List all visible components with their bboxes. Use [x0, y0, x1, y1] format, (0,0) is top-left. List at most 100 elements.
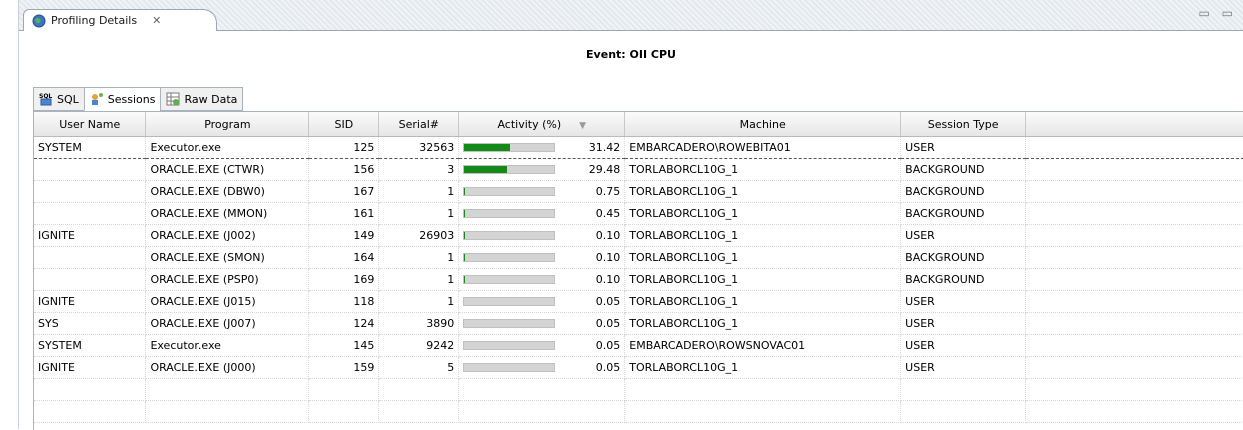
- cell-user-name: SYS: [34, 313, 146, 335]
- cell-activity: 0.75: [459, 181, 625, 203]
- cell-session-type: BACKGROUND: [901, 247, 1026, 269]
- activity-wrapper: 0.45: [463, 207, 620, 220]
- activity-value: 29.48: [589, 163, 621, 176]
- empty-cell: [34, 401, 146, 423]
- cell-serial: 1: [379, 203, 459, 225]
- activity-bar: [463, 209, 555, 218]
- cell-serial: 1: [379, 291, 459, 313]
- cell-program: ORACLE.EXE (J015): [146, 291, 309, 313]
- table-row[interactable]: ORACLE.EXE (DBW0)16710.75TORLABORCL10G_1…: [34, 181, 1243, 203]
- activity-bar: [463, 187, 555, 196]
- column-header-machine[interactable]: Machine: [625, 112, 901, 137]
- cell-program: ORACLE.EXE (J007): [146, 313, 309, 335]
- cell-filler: [1026, 269, 1243, 291]
- activity-bar: [463, 363, 555, 372]
- column-header-activity[interactable]: Activity (%)▼: [459, 112, 625, 137]
- cell-user-name: [34, 181, 146, 203]
- profiling-globe-icon: [32, 14, 46, 28]
- table-row[interactable]: SYSORACLE.EXE (J007)12438900.05TORLABORC…: [34, 313, 1243, 335]
- activity-wrapper: 0.10: [463, 251, 620, 264]
- column-header-session-type[interactable]: Session Type: [901, 112, 1026, 137]
- subtab-bar: SQL SQL Sessions Raw Data: [33, 87, 243, 111]
- empty-cell: [34, 379, 146, 401]
- cell-sid: 161: [309, 203, 379, 225]
- column-header-user-name[interactable]: User Name: [34, 112, 146, 137]
- empty-cell: [901, 401, 1026, 423]
- cell-sid: 118: [309, 291, 379, 313]
- cell-program: ORACLE.EXE (MMON): [146, 203, 309, 225]
- cell-user-name: [34, 269, 146, 291]
- activity-wrapper: 0.75: [463, 185, 620, 198]
- cell-serial: 5: [379, 357, 459, 379]
- cell-user-name: SYSTEM: [34, 335, 146, 357]
- cell-filler: [1026, 181, 1243, 203]
- table-row[interactable]: SYSTEMExecutor.exe1253256331.42EMBARCADE…: [34, 137, 1243, 159]
- cell-program: Executor.exe: [146, 137, 309, 159]
- cell-activity: 0.10: [459, 269, 625, 291]
- cell-session-type: USER: [901, 335, 1026, 357]
- cell-activity: 0.05: [459, 291, 625, 313]
- activity-bar: [463, 231, 555, 240]
- cell-program: ORACLE.EXE (J000): [146, 357, 309, 379]
- cell-filler: [1026, 137, 1243, 159]
- column-header-sid[interactable]: SID: [309, 112, 379, 137]
- cell-machine: TORLABORCL10G_1: [625, 203, 901, 225]
- table-row[interactable]: IGNITEORACLE.EXE (J000)15950.05TORLABORC…: [34, 357, 1243, 379]
- empty-cell: [459, 379, 625, 401]
- empty-cell: [309, 401, 379, 423]
- minimize-maximize-icon[interactable]: ▭ ▭: [1199, 6, 1238, 20]
- activity-wrapper: 0.05: [463, 339, 620, 352]
- cell-filler: [1026, 225, 1243, 247]
- cell-sid: 156: [309, 159, 379, 181]
- cell-session-type: BACKGROUND: [901, 159, 1026, 181]
- cell-serial: 1: [379, 247, 459, 269]
- cell-machine: TORLABORCL10G_1: [625, 291, 901, 313]
- activity-wrapper: 0.05: [463, 317, 620, 330]
- table-row[interactable]: IGNITEORACLE.EXE (J015)11810.05TORLABORC…: [34, 291, 1243, 313]
- cell-user-name: [34, 203, 146, 225]
- profiling-details-tab[interactable]: Profiling Details ✕: [23, 9, 217, 31]
- cell-serial: 26903: [379, 225, 459, 247]
- table-row[interactable]: IGNITEORACLE.EXE (J002)149269030.10TORLA…: [34, 225, 1243, 247]
- activity-value: 0.45: [596, 207, 621, 220]
- cell-machine: TORLABORCL10G_1: [625, 313, 901, 335]
- cell-serial: 9242: [379, 335, 459, 357]
- cell-sid: 124: [309, 313, 379, 335]
- activity-wrapper: 0.05: [463, 295, 620, 308]
- table-row[interactable]: ORACLE.EXE (CTWR)156329.48TORLABORCL10G_…: [34, 159, 1243, 181]
- activity-value: 0.10: [596, 273, 621, 286]
- view-tab-title: Profiling Details: [51, 14, 137, 27]
- cell-activity: 0.05: [459, 335, 625, 357]
- table-row[interactable]: ORACLE.EXE (MMON)1611 0.45 TORLABORCL10G_1…: [34, 203, 1243, 225]
- activity-value: 0.05: [596, 361, 621, 374]
- cell-filler: [1026, 291, 1243, 313]
- sessions-icon: [90, 92, 104, 106]
- cell-machine: TORLABORCL10G_1: [625, 181, 901, 203]
- table-row[interactable]: ORACLE.EXE (PSP0)16910.10TORLABORCL10G_1…: [34, 269, 1243, 291]
- empty-cell: [379, 379, 459, 401]
- left-border: [18, 0, 19, 429]
- cell-activity: 31.42: [459, 137, 625, 159]
- column-header-program[interactable]: Program: [146, 112, 309, 137]
- cell-program: ORACLE.EXE (PSP0): [146, 269, 309, 291]
- cell-user-name: IGNITE: [34, 357, 146, 379]
- cell-session-type: USER: [901, 291, 1026, 313]
- activity-value: 31.42: [589, 141, 621, 154]
- cell-sid: 145: [309, 335, 379, 357]
- sql-icon: SQL: [39, 92, 53, 106]
- column-header-filler: [1026, 112, 1243, 137]
- cell-sid: 167: [309, 181, 379, 203]
- activity-bar-fill: [464, 210, 465, 217]
- close-icon[interactable]: ✕: [152, 14, 161, 27]
- table-row[interactable]: SYSTEMExecutor.exe14592420.05EMBARCADERO…: [34, 335, 1243, 357]
- empty-cell: [309, 379, 379, 401]
- cell-sid: 164: [309, 247, 379, 269]
- activity-value: 0.05: [596, 317, 621, 330]
- cell-program: ORACLE.EXE (CTWR): [146, 159, 309, 181]
- table-row[interactable]: ORACLE.EXE (SMON)16410.10TORLABORCL10G_1…: [34, 247, 1243, 269]
- column-header-serial[interactable]: Serial#: [379, 112, 459, 137]
- tab-sql[interactable]: SQL SQL: [33, 87, 84, 111]
- tab-sessions[interactable]: Sessions: [84, 87, 161, 111]
- empty-cell: [146, 401, 309, 423]
- tab-raw-data[interactable]: Raw Data: [160, 87, 243, 111]
